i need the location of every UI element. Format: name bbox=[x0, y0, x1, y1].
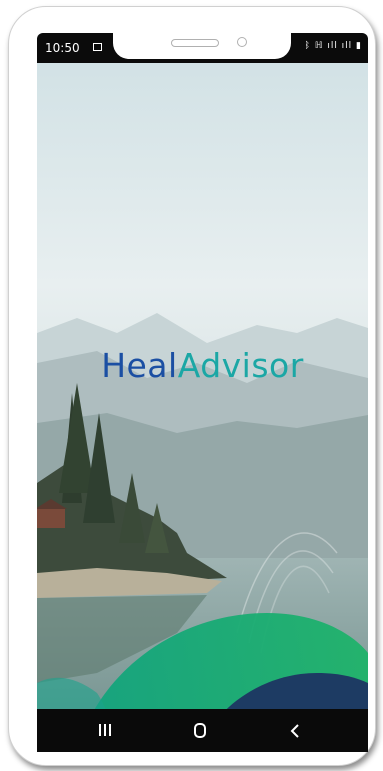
app-logo: HealAdvisor bbox=[37, 346, 368, 385]
logo-heal: Heal bbox=[101, 346, 178, 385]
phone-frame: 10:50 ᛒ ℍ ıll ıll ▮ HealAdvisor bbox=[8, 6, 376, 766]
home-icon[interactable] bbox=[189, 721, 219, 741]
background-landscape bbox=[37, 33, 368, 752]
status-time: 10:50 bbox=[45, 41, 80, 55]
screen: 10:50 ᛒ ℍ ıll ıll ▮ HealAdvisor bbox=[37, 33, 368, 752]
image-icon bbox=[93, 43, 102, 51]
speaker-icon bbox=[171, 39, 219, 47]
back-icon[interactable] bbox=[283, 721, 313, 741]
navigation-bar bbox=[37, 709, 368, 752]
camera-icon bbox=[237, 37, 247, 47]
logo-advisor: Advisor bbox=[177, 346, 304, 385]
status-icons: ᛒ ℍ ıll ıll ▮ bbox=[304, 41, 362, 51]
recent-apps-icon[interactable] bbox=[93, 721, 123, 741]
notch bbox=[113, 33, 291, 59]
